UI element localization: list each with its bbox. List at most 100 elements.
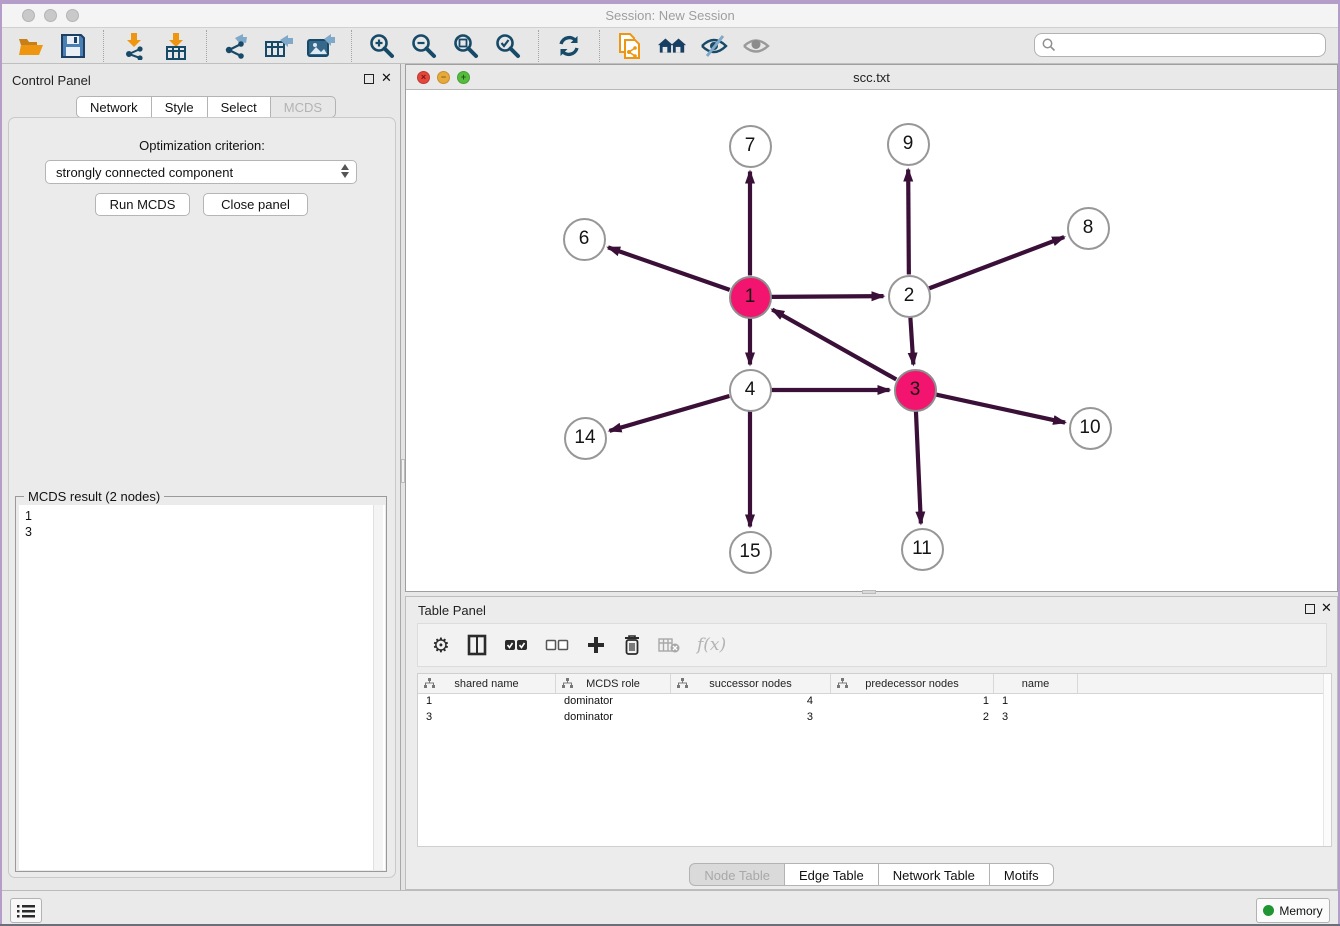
search-field[interactable] — [1034, 33, 1326, 57]
network-window-title: scc.txt — [406, 70, 1337, 85]
criterion-dropdown[interactable]: strongly connected component — [45, 160, 357, 184]
run-mcds-button[interactable]: Run MCDS — [95, 193, 190, 216]
open-folder-icon[interactable] — [16, 31, 46, 61]
tab-select[interactable]: Select — [207, 96, 270, 118]
tab-mcds[interactable]: MCDS — [270, 96, 336, 118]
cell-predecessor-nodes[interactable]: 2 — [831, 710, 994, 726]
control-panel-header: Control Panel ✕ — [2, 64, 404, 94]
cell-name[interactable]: 1 — [994, 694, 1078, 710]
hide-eye-icon[interactable] — [699, 31, 729, 61]
delete-table-icon[interactable] — [658, 632, 680, 658]
table-scrollbar[interactable] — [1323, 674, 1331, 846]
refresh-icon[interactable] — [554, 31, 584, 61]
column-header-successor-nodes[interactable]: successor nodes — [671, 674, 831, 693]
toolbar-separator — [351, 30, 352, 62]
cell-mcds-role[interactable]: dominator — [556, 694, 671, 710]
zoom-out-icon[interactable] — [409, 31, 439, 61]
network-canvas[interactable]: 7 9 6 8 1 2 4 3 14 10 15 11 — [406, 90, 1337, 591]
show-eye-icon[interactable] — [741, 31, 771, 61]
toolbar-separator — [206, 30, 207, 62]
tab-style[interactable]: Style — [151, 96, 207, 118]
zoom-selected-icon[interactable] — [493, 31, 523, 61]
cell-name[interactable]: 3 — [994, 710, 1078, 726]
graph-node-9[interactable]: 9 — [887, 123, 930, 166]
graph-edge-2-8[interactable] — [929, 237, 1064, 288]
tab-network-table[interactable]: Network Table — [878, 863, 989, 886]
delete-icon[interactable] — [623, 632, 641, 658]
export-network-icon[interactable] — [222, 31, 252, 61]
cell-shared-name[interactable]: 3 — [418, 710, 556, 726]
app-title: Session: New Session — [2, 8, 1338, 23]
graph-edge-4-14[interactable] — [609, 396, 729, 431]
zoom-in-icon[interactable] — [367, 31, 397, 61]
select-all-icon[interactable] — [504, 632, 528, 658]
close-table-panel-icon[interactable]: ✕ — [1321, 600, 1332, 616]
table-header-row: shared name MCDS role successor nodes pr… — [418, 674, 1331, 694]
table-panel-tabs: Node Table Edge Table Network Table Moti… — [406, 863, 1337, 886]
close-panel-button[interactable]: Close panel — [203, 193, 308, 216]
graph-edge-1-2[interactable] — [771, 296, 883, 297]
app-titlebar: Session: New Session — [2, 4, 1338, 28]
close-panel-icon[interactable]: ✕ — [381, 70, 392, 86]
graph-edge-3-11[interactable] — [916, 411, 921, 523]
result-scrollbar[interactable] — [373, 505, 383, 870]
graph-node-11[interactable]: 11 — [901, 528, 944, 571]
graph-node-8[interactable]: 8 — [1067, 207, 1110, 250]
graph-node-15[interactable]: 15 — [729, 531, 772, 574]
home-network-icon[interactable] — [657, 31, 687, 61]
graph-edge-3-10[interactable] — [936, 395, 1065, 423]
add-icon[interactable] — [586, 632, 606, 658]
column-header-name[interactable]: name — [994, 674, 1078, 693]
graph-node-2[interactable]: 2 — [888, 275, 931, 318]
graph-node-7[interactable]: 7 — [729, 125, 772, 168]
graph-edge-2-9[interactable] — [908, 169, 909, 274]
table-row[interactable]: 3 dominator 3 2 3 — [418, 710, 1331, 726]
graph-edges[interactable] — [406, 90, 1337, 591]
mcds-result-text[interactable]: 1 3 — [19, 505, 385, 870]
graph-node-4[interactable]: 4 — [729, 369, 772, 412]
import-network-icon[interactable] — [119, 31, 149, 61]
toolbar-separator — [103, 30, 104, 62]
column-header-mcds-role[interactable]: MCDS role — [556, 674, 671, 693]
export-table-icon[interactable] — [264, 31, 294, 61]
graph-node-14[interactable]: 14 — [564, 417, 607, 460]
mcds-result-title: MCDS result (2 nodes) — [24, 489, 164, 504]
control-panel-tabs: Network Style Select MCDS — [76, 96, 336, 118]
cell-mcds-role[interactable]: dominator — [556, 710, 671, 726]
cell-shared-name[interactable]: 1 — [418, 694, 556, 710]
tab-motifs[interactable]: Motifs — [989, 863, 1054, 886]
horizontal-splitter-handle[interactable] — [862, 590, 876, 594]
columns-icon[interactable] — [467, 632, 487, 658]
gear-icon[interactable]: ⚙ — [432, 632, 450, 658]
function-icon[interactable]: f(x) — [697, 632, 726, 658]
cell-successor-nodes[interactable]: 4 — [671, 694, 831, 710]
graph-edge-1-6[interactable] — [608, 247, 730, 289]
tab-node-table[interactable]: Node Table — [689, 863, 784, 886]
table-row[interactable]: 1 dominator 4 1 1 — [418, 694, 1331, 710]
tab-edge-table[interactable]: Edge Table — [784, 863, 878, 886]
float-table-panel-icon[interactable] — [1305, 604, 1315, 614]
graph-node-10[interactable]: 10 — [1069, 407, 1112, 450]
deselect-all-icon[interactable] — [545, 632, 569, 658]
graph-node-1[interactable]: 1 — [729, 276, 772, 319]
float-panel-icon[interactable] — [364, 74, 374, 84]
graph-edge-2-3[interactable] — [910, 317, 913, 364]
graph-edge-3-1[interactable] — [772, 310, 896, 380]
save-icon[interactable] — [58, 31, 88, 61]
clone-network-icon[interactable] — [615, 31, 645, 61]
import-table-icon[interactable] — [161, 31, 191, 61]
cell-predecessor-nodes[interactable]: 1 — [831, 694, 994, 710]
zoom-fit-icon[interactable] — [451, 31, 481, 61]
network-window-titlebar: × − + scc.txt — [406, 65, 1337, 90]
task-history-button[interactable] — [10, 898, 42, 923]
graph-node-6[interactable]: 6 — [563, 218, 606, 261]
column-header-predecessor-nodes[interactable]: predecessor nodes — [831, 674, 994, 693]
export-image-icon[interactable] — [306, 31, 336, 61]
control-panel-title: Control Panel — [12, 73, 91, 88]
memory-button[interactable]: Memory — [1256, 898, 1330, 923]
column-header-shared-name[interactable]: shared name — [418, 674, 556, 693]
search-input[interactable] — [1057, 38, 1325, 52]
graph-node-3[interactable]: 3 — [894, 369, 937, 412]
tab-network[interactable]: Network — [76, 96, 151, 118]
cell-successor-nodes[interactable]: 3 — [671, 710, 831, 726]
